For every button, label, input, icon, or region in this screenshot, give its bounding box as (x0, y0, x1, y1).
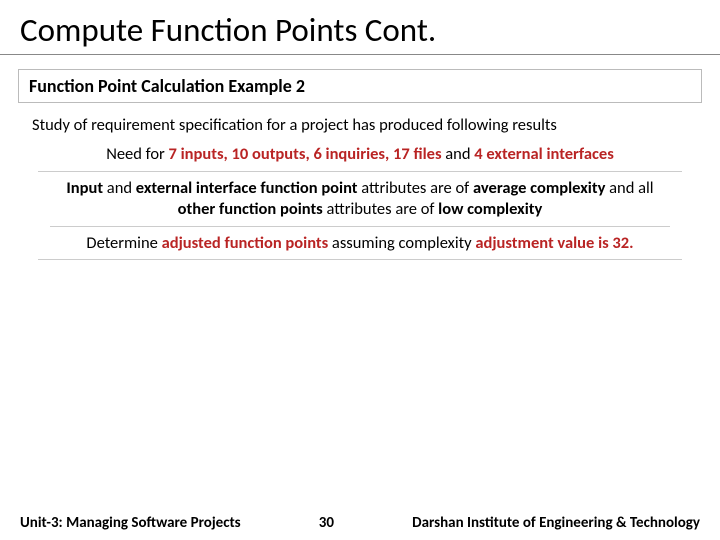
footer-right: Darshan Institute of Engineering & Techn… (412, 514, 700, 532)
text: attributes are of (323, 199, 438, 219)
slide-title: Compute Function Points Cont. (0, 0, 720, 55)
red-text: 6 inquiries, (313, 144, 389, 164)
red-text: 7 inputs, (169, 144, 228, 164)
line-1: Study of requirement specification for a… (28, 109, 692, 138)
red-text: adjustment value is 32. (475, 233, 633, 253)
bold-text: Input (66, 178, 103, 198)
bold-text: average complexity (473, 178, 605, 198)
text: attributes are of (358, 178, 473, 198)
section-title: Function Point Calculation Example 2 (18, 69, 702, 103)
red-text: adjusted function points (162, 233, 329, 253)
text: and (442, 144, 475, 164)
red-text: 10 outputs, (232, 144, 310, 164)
line-2: Need for 7 inputs, 10 outputs, 6 inquiri… (38, 138, 682, 171)
red-text: 17 files (393, 144, 442, 164)
content-area: Study of requirement specification for a… (0, 103, 720, 260)
text: Need for (106, 144, 168, 164)
text: and (103, 178, 136, 198)
red-text: 4 external interfaces (474, 144, 614, 164)
text: assuming complexity (328, 233, 475, 253)
bold-text: low complexity (438, 199, 542, 219)
text: and all (605, 178, 653, 198)
line-4: Determine adjusted function points assum… (38, 227, 682, 260)
bold-text: other function points (178, 199, 323, 219)
text: Determine (86, 233, 161, 253)
footer-left: Unit-3: Managing Software Projects (20, 514, 241, 532)
footer-page: 30 (241, 514, 412, 532)
footer: Unit-3: Managing Software Projects 30 Da… (0, 514, 720, 532)
line-3: Input and external interface function po… (50, 172, 670, 227)
bold-text: external interface function point (136, 178, 358, 198)
